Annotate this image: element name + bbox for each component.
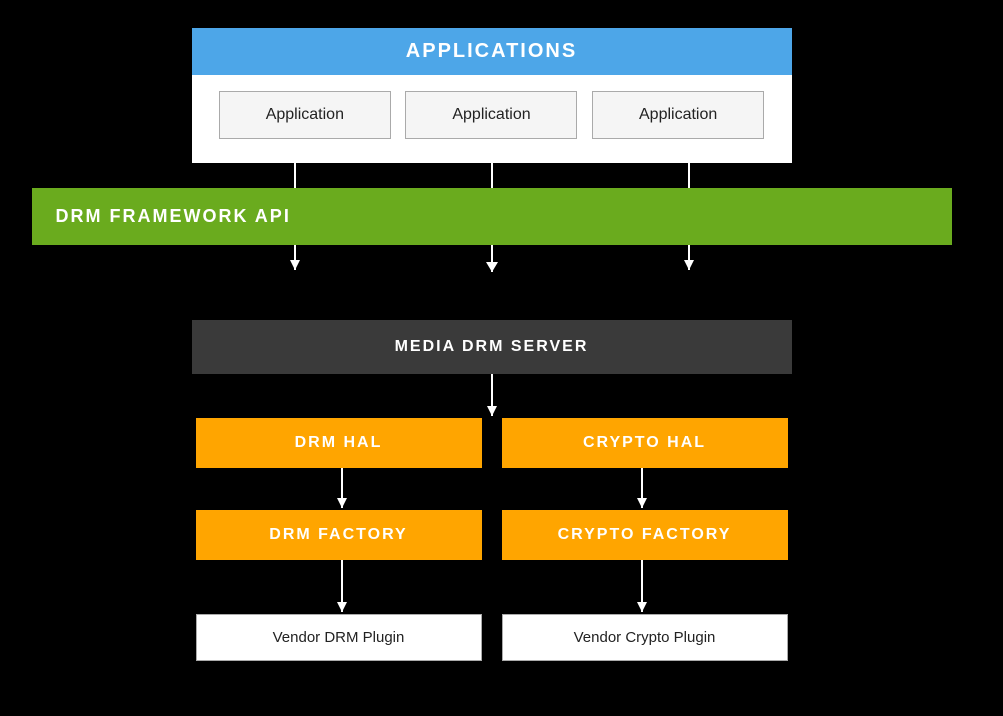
drm-factory-box: DRM FACTORY bbox=[196, 510, 482, 560]
drm-framework-label: DRM FRAMEWORK API bbox=[56, 206, 291, 227]
applications-header: APPLICATIONS bbox=[192, 28, 792, 75]
app-box-1: Application bbox=[219, 91, 391, 139]
app-box-2: Application bbox=[405, 91, 577, 139]
drm-framework-block: DRM FRAMEWORK API bbox=[32, 188, 952, 245]
crypto-factory-box: CRYPTO FACTORY bbox=[502, 510, 788, 560]
media-drm-block: MEDIA DRM SERVER bbox=[192, 320, 792, 374]
diagram-container: APPLICATIONS Application Application App… bbox=[192, 0, 812, 716]
applications-block: APPLICATIONS Application Application App… bbox=[192, 28, 792, 163]
vendor-crypto-box: Vendor Crypto Plugin bbox=[502, 614, 788, 661]
applications-body: Application Application Application bbox=[192, 75, 792, 163]
media-drm-label: MEDIA DRM SERVER bbox=[395, 338, 589, 355]
drm-hal-box: DRM HAL bbox=[196, 418, 482, 468]
vendor-row: Vendor DRM Plugin Vendor Crypto Plugin bbox=[192, 614, 792, 661]
vendor-drm-box: Vendor DRM Plugin bbox=[196, 614, 482, 661]
crypto-hal-box: CRYPTO HAL bbox=[502, 418, 788, 468]
hal-row: DRM HAL CRYPTO HAL bbox=[192, 418, 792, 468]
factory-row: DRM FACTORY CRYPTO FACTORY bbox=[192, 510, 792, 560]
app-box-3: Application bbox=[592, 91, 764, 139]
